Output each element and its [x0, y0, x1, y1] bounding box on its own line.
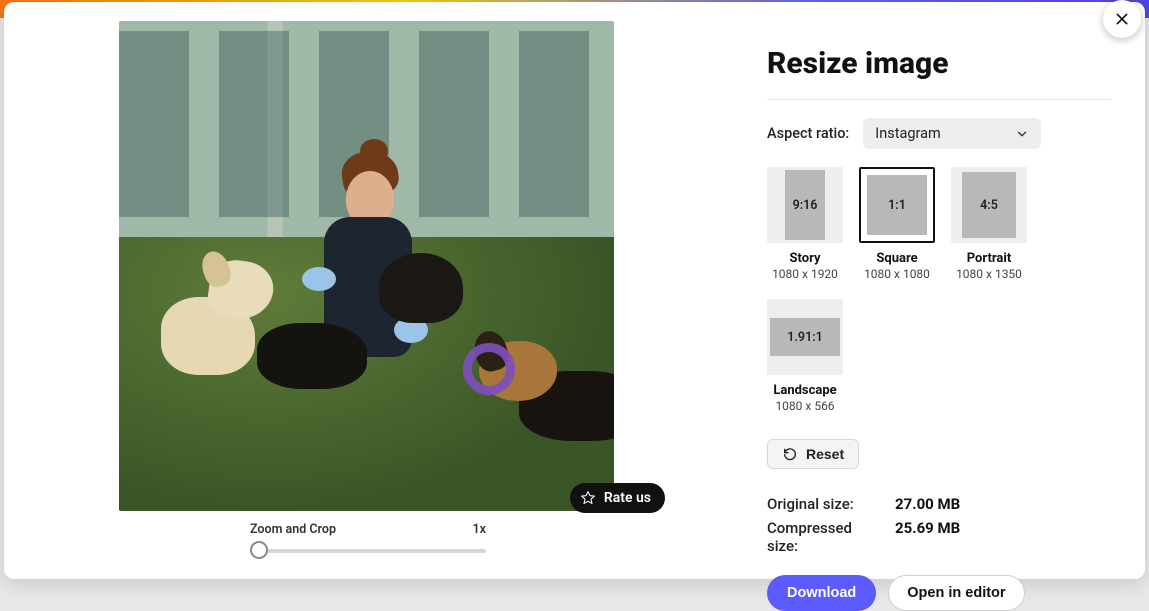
- aspect-ratio-select[interactable]: Instagram: [863, 118, 1041, 149]
- preset-box: 4:5: [962, 172, 1016, 238]
- preset-frame: 1.91:1: [767, 299, 843, 375]
- zoom-value: 1x: [473, 522, 486, 537]
- star-icon: [580, 490, 596, 506]
- preview-image[interactable]: [119, 21, 614, 511]
- aspect-ratio-label: Aspect ratio:: [767, 125, 849, 142]
- preset-box: 1:1: [867, 175, 927, 235]
- preset-story[interactable]: 9:16 Story1080 x 1920: [767, 167, 843, 281]
- preset-frame: 9:16: [767, 167, 843, 243]
- preset-name: Landscape: [773, 383, 836, 398]
- page-title: Resize image: [767, 46, 1111, 100]
- preset-name: Story: [790, 251, 821, 266]
- preset-box: 9:16: [785, 170, 825, 240]
- zoom-controls: Zoom and Crop 1x: [4, 512, 729, 559]
- rate-us-label: Rate us: [604, 490, 651, 506]
- download-button[interactable]: Download: [767, 575, 876, 611]
- original-size-row: Original size: 27.00 MB: [767, 495, 1111, 513]
- original-size-label: Original size:: [767, 495, 885, 513]
- original-size-value: 27.00 MB: [895, 495, 960, 513]
- preset-square[interactable]: 1:1 Square1080 x 1080: [859, 167, 935, 281]
- preview-pane: Rate us Zoom and Crop 1x: [4, 2, 729, 579]
- reset-label: Reset: [806, 446, 844, 462]
- zoom-label: Zoom and Crop: [250, 522, 336, 537]
- preset-name: Square: [876, 251, 917, 266]
- preset-name: Portrait: [967, 251, 1011, 266]
- preset-dims: 1080 x 1920: [772, 267, 838, 281]
- reset-icon: [782, 446, 798, 462]
- preset-landscape[interactable]: 1.91:1 Landscape1080 x 566: [767, 299, 843, 413]
- compressed-size-label: Compressed size:: [767, 519, 885, 555]
- resize-modal: Rate us Zoom and Crop 1x Resize image As…: [4, 2, 1145, 579]
- aspect-ratio-row: Aspect ratio: Instagram: [767, 118, 1111, 149]
- preset-portrait[interactable]: 4:5 Portrait1080 x 1350: [951, 167, 1027, 281]
- preset-box: 1.91:1: [770, 318, 840, 356]
- preset-frame: 1:1: [859, 167, 935, 243]
- preset-dims: 1080 x 1080: [864, 267, 930, 281]
- preset-dims: 1080 x 566: [775, 399, 834, 413]
- preset-frame: 4:5: [951, 167, 1027, 243]
- chevron-down-icon: [1015, 127, 1029, 141]
- image-viewport: [4, 20, 729, 512]
- preset-dims: 1080 x 1350: [956, 267, 1022, 281]
- reset-button[interactable]: Reset: [767, 439, 859, 469]
- close-button[interactable]: [1103, 0, 1141, 38]
- open-editor-button[interactable]: Open in editor: [888, 575, 1024, 611]
- close-icon: [1114, 11, 1130, 27]
- aspect-ratio-value: Instagram: [875, 125, 940, 142]
- controls-pane: Resize image Aspect ratio: Instagram 9:1…: [729, 2, 1145, 579]
- compressed-size-row: Compressed size: 25.69 MB: [767, 519, 1111, 555]
- zoom-slider[interactable]: [250, 541, 486, 559]
- action-row: Download Open in editor: [767, 575, 1111, 611]
- compressed-size-value: 25.69 MB: [895, 519, 960, 555]
- rate-us-button[interactable]: Rate us: [570, 483, 665, 513]
- preset-grid: 9:16 Story1080 x 1920 1:1 Square1080 x 1080…: [767, 167, 1111, 413]
